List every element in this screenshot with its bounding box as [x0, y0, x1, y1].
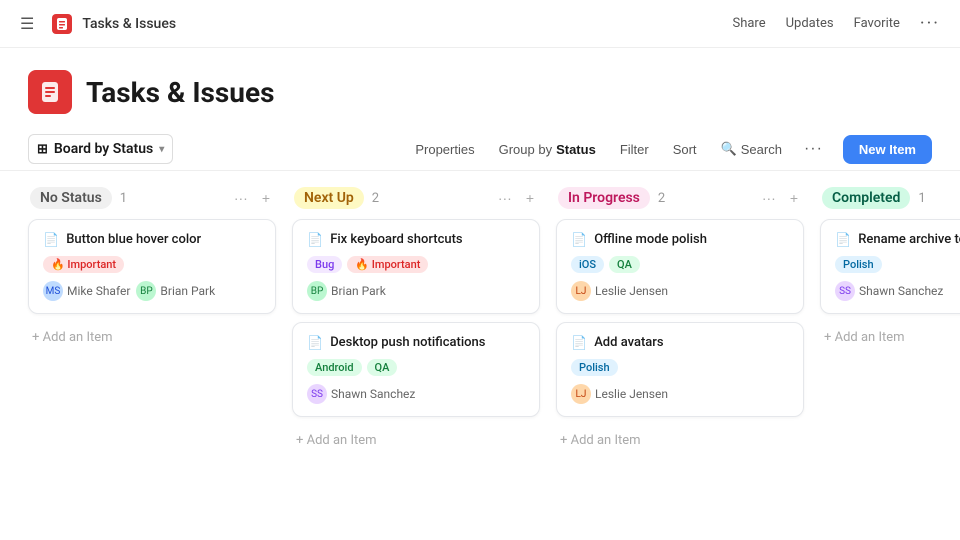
nav-more-button[interactable]: ···	[920, 13, 940, 34]
card-next-up-0[interactable]: 📄 Fix keyboard shortcuts Bug 🔥 Important BP B…	[292, 219, 540, 314]
card-completed-0[interactable]: 📄 Rename archive to trash Polish SS Shawn Sa…	[820, 219, 960, 314]
favorite-button[interactable]: Favorite	[854, 16, 900, 31]
toolbar: ⊞ Board by Status ▾ Properties Group by …	[0, 128, 960, 171]
board: No Status 1 ··· + 📄 Button blue hover color 🔥 …	[0, 171, 960, 535]
avatar: SS	[307, 384, 327, 404]
assignee-name: Shawn Sanchez	[859, 284, 943, 298]
card-in-progress-0[interactable]: 📄 Offline mode polish iOS QA LJ Leslie Jensen	[556, 219, 804, 314]
column-count-completed: 1	[918, 191, 925, 206]
card-title-in-progress-1: Add avatars	[594, 335, 663, 350]
column-add-no-status[interactable]: +	[258, 188, 274, 208]
assignee-name: Shawn Sanchez	[331, 387, 415, 401]
board-icon: ⊞	[37, 142, 48, 157]
card-title-next-up-0: Fix keyboard shortcuts	[330, 232, 462, 247]
nav-left: ☰ Tasks & Issues	[20, 14, 176, 34]
column-next-up: Next Up 2 ··· + 📄 Fix keyboard shortcuts Bug 🔥 …	[292, 187, 540, 519]
column-actions-no-status: ··· +	[230, 188, 274, 208]
card-title-completed-0: Rename archive to trash	[858, 232, 960, 247]
avatar: LJ	[571, 384, 591, 404]
column-no-status: No Status 1 ··· + 📄 Button blue hover color 🔥 …	[28, 187, 276, 519]
avatar: LJ	[571, 281, 591, 301]
toolbar-right: Properties Group by Status Filter Sort 🔍…	[405, 135, 932, 164]
column-more-in-progress[interactable]: ···	[758, 188, 780, 208]
column-in-progress: In Progress 2 ··· + 📄 Offline mode polish iOS Q…	[556, 187, 804, 519]
column-title-completed: Completed	[822, 187, 910, 209]
column-more-no-status[interactable]: ···	[230, 188, 252, 208]
avatar: BP	[136, 281, 156, 301]
column-count-next-up: 2	[372, 191, 379, 206]
column-add-next-up[interactable]: +	[522, 188, 538, 208]
tag-android[interactable]: Android	[307, 359, 362, 376]
page-header: Tasks & Issues	[0, 48, 960, 128]
tag-bug[interactable]: Bug	[307, 256, 342, 273]
assignee-name: Mike Shafer	[67, 284, 130, 298]
assignee-name: Leslie Jensen	[595, 284, 668, 298]
add-item-completed[interactable]: + Add an Item	[820, 322, 960, 353]
card-next-up-1[interactable]: 📄 Desktop push notifications Android QA SS Sh…	[292, 322, 540, 417]
properties-button[interactable]: Properties	[405, 137, 484, 162]
page-icon	[28, 70, 72, 114]
sort-button[interactable]: Sort	[663, 137, 707, 162]
assignee-name: Leslie Jensen	[595, 387, 668, 401]
column-title-in-progress: In Progress	[558, 187, 650, 209]
card-doc-icon: 📄	[307, 336, 323, 351]
card-title-no-status-0: Button blue hover color	[66, 232, 201, 247]
column-header-completed: Completed1···+	[820, 187, 960, 209]
top-nav: ☰ Tasks & Issues Share Updates Favorite …	[0, 0, 960, 48]
column-count-in-progress: 2	[658, 191, 665, 206]
card-doc-icon: 📄	[43, 233, 59, 248]
assignee-name: Brian Park	[331, 284, 386, 298]
tag-polish[interactable]: Polish	[571, 359, 618, 376]
tag-qa[interactable]: QA	[367, 359, 398, 376]
new-item-button[interactable]: New Item	[843, 135, 932, 164]
column-actions-next-up: ··· +	[494, 188, 538, 208]
hamburger-icon[interactable]: ☰	[20, 14, 34, 33]
column-title-no-status: No Status	[30, 187, 112, 209]
card-title-in-progress-0: Offline mode polish	[594, 232, 707, 247]
share-button[interactable]: Share	[732, 16, 765, 31]
add-item-in-progress[interactable]: + Add an Item	[556, 425, 804, 456]
tag-important[interactable]: 🔥 Important	[347, 256, 428, 273]
chevron-down-icon: ▾	[159, 144, 164, 155]
filter-button[interactable]: Filter	[610, 137, 659, 162]
updates-button[interactable]: Updates	[786, 16, 834, 31]
column-header-next-up: Next Up 2 ··· +	[292, 187, 540, 209]
avatar: MS	[43, 281, 63, 301]
toolbar-more-button[interactable]: ···	[796, 135, 831, 163]
tag-important[interactable]: 🔥 Important	[43, 256, 124, 273]
nav-logo	[52, 14, 72, 34]
card-in-progress-1[interactable]: 📄 Add avatars Polish LJ Leslie Jensen	[556, 322, 804, 417]
card-doc-icon: 📄	[571, 336, 587, 351]
search-icon: 🔍	[721, 141, 737, 157]
column-more-next-up[interactable]: ···	[494, 188, 516, 208]
column-title-next-up: Next Up	[294, 187, 364, 209]
column-add-in-progress[interactable]: +	[786, 188, 802, 208]
column-actions-in-progress: ··· +	[758, 188, 802, 208]
search-button[interactable]: 🔍 Search	[711, 136, 792, 162]
avatar: BP	[307, 281, 327, 301]
nav-title: Tasks & Issues	[82, 16, 176, 32]
card-doc-icon: 📄	[571, 233, 587, 248]
add-item-no-status[interactable]: + Add an Item	[28, 322, 276, 353]
column-header-no-status: No Status 1 ··· +	[28, 187, 276, 209]
column-completed: Completed1···+📄Rename archive to trashPo…	[820, 187, 960, 519]
nav-right: Share Updates Favorite ···	[732, 13, 940, 34]
tag-ios[interactable]: iOS	[571, 256, 604, 273]
tag-polish[interactable]: Polish	[835, 256, 882, 273]
board-label: Board by Status	[54, 141, 153, 157]
page-title: Tasks & Issues	[86, 76, 274, 109]
add-item-next-up[interactable]: + Add an Item	[292, 425, 540, 456]
card-doc-icon: 📄	[835, 233, 851, 248]
card-title-next-up-1: Desktop push notifications	[330, 335, 485, 350]
card-no-status-0[interactable]: 📄 Button blue hover color 🔥 Important MS Mik…	[28, 219, 276, 314]
assignee-name: Brian Park	[160, 284, 215, 298]
avatar: SS	[835, 281, 855, 301]
toolbar-left: ⊞ Board by Status ▾	[28, 134, 405, 164]
card-doc-icon: 📄	[307, 233, 323, 248]
tag-qa[interactable]: QA	[609, 256, 640, 273]
column-header-in-progress: In Progress 2 ··· +	[556, 187, 804, 209]
column-count-no-status: 1	[120, 191, 127, 206]
board-view-selector[interactable]: ⊞ Board by Status ▾	[28, 134, 173, 164]
group-by-button[interactable]: Group by Status	[489, 137, 606, 162]
